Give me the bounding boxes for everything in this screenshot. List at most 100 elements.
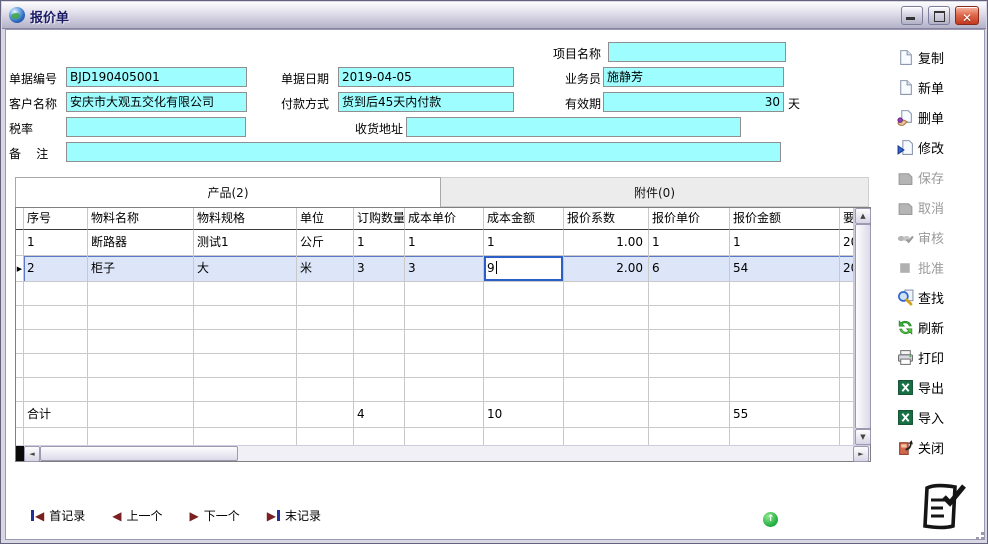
print-button[interactable]: 打印: [897, 346, 983, 368]
find-button[interactable]: 查找: [897, 286, 983, 308]
header-cell[interactable]: 序号: [24, 208, 88, 230]
table-cell[interactable]: [24, 354, 88, 378]
header-cell[interactable]: 报价金额: [730, 208, 840, 230]
maximize-button[interactable]: [928, 6, 950, 25]
table-cell[interactable]: [405, 282, 484, 306]
delete-doc-button[interactable]: 删单: [897, 106, 983, 128]
table-cell[interactable]: 大: [194, 256, 297, 282]
header-cell[interactable]: 报价系数: [564, 208, 649, 230]
table-cell[interactable]: [194, 354, 297, 378]
tab-products[interactable]: 产品(2): [15, 177, 441, 207]
table-cell[interactable]: [88, 306, 194, 330]
table-cell[interactable]: 20: [840, 230, 854, 256]
table-cell[interactable]: [297, 354, 354, 378]
table-cell[interactable]: 1: [730, 230, 840, 256]
vertical-scrollbar[interactable]: ▲ ▼: [854, 208, 870, 445]
header-cell[interactable]: 单位: [297, 208, 354, 230]
table-cell[interactable]: [88, 378, 194, 402]
table-cell[interactable]: [840, 378, 854, 402]
table-cell[interactable]: 公斤: [297, 230, 354, 256]
close-window-button[interactable]: ✕: [955, 6, 979, 25]
table-cell[interactable]: [405, 378, 484, 402]
table-cell[interactable]: [730, 282, 840, 306]
table-cell[interactable]: [354, 378, 405, 402]
horizontal-scrollbar[interactable]: ◄ ►: [16, 445, 870, 461]
minimize-button[interactable]: [901, 6, 923, 25]
table-cell[interactable]: [354, 282, 405, 306]
table-cell[interactable]: [730, 306, 840, 330]
table-cell[interactable]: [88, 330, 194, 354]
table-cell[interactable]: [649, 378, 730, 402]
table-cell[interactable]: [484, 282, 564, 306]
header-cell[interactable]: 物料规格: [194, 208, 297, 230]
header-cell[interactable]: 要: [840, 208, 854, 230]
table-cell[interactable]: [484, 354, 564, 378]
scroll-up-button[interactable]: ▲: [855, 208, 871, 224]
copy-button[interactable]: 复制: [897, 46, 983, 68]
table-cell[interactable]: [24, 378, 88, 402]
table-cell[interactable]: [297, 378, 354, 402]
table-cell[interactable]: 1: [649, 230, 730, 256]
table-cell[interactable]: [88, 354, 194, 378]
table-cell[interactable]: [297, 282, 354, 306]
remark-field[interactable]: [66, 142, 781, 162]
table-cell[interactable]: 1: [484, 230, 564, 256]
table-cell[interactable]: [297, 330, 354, 354]
customer-name-field[interactable]: 安庆市大观五交化有限公司: [66, 92, 247, 112]
table-cell[interactable]: [649, 306, 730, 330]
table-cell[interactable]: [564, 282, 649, 306]
approve-button[interactable]: 批准: [897, 256, 983, 278]
scroll-right-button[interactable]: ►: [853, 446, 869, 462]
table-cell[interactable]: [354, 306, 405, 330]
cost-amount-edit-input[interactable]: 9: [484, 256, 564, 282]
header-cell[interactable]: 成本金额: [484, 208, 564, 230]
table-cell[interactable]: [405, 354, 484, 378]
horizontal-scroll-thumb[interactable]: [40, 446, 238, 461]
close-form-button[interactable]: 关闭: [897, 436, 983, 458]
table-cell[interactable]: [564, 306, 649, 330]
table-cell[interactable]: [354, 330, 405, 354]
empty-table-row[interactable]: [16, 306, 854, 330]
empty-table-row[interactable]: [16, 330, 854, 354]
table-cell[interactable]: [405, 306, 484, 330]
last-record-button[interactable]: ▶ 末记录: [267, 507, 321, 524]
table-cell[interactable]: [730, 330, 840, 354]
table-cell[interactable]: [484, 306, 564, 330]
table-cell[interactable]: [297, 306, 354, 330]
table-cell[interactable]: [840, 330, 854, 354]
table-cell[interactable]: 1: [24, 230, 88, 256]
cancel-button[interactable]: 取消: [897, 196, 983, 218]
table-cell[interactable]: [194, 306, 297, 330]
table-cell[interactable]: [405, 330, 484, 354]
next-record-button[interactable]: ▶ 下一个: [190, 507, 240, 524]
doc-no-field[interactable]: BJD190405001: [66, 67, 247, 87]
scroll-left-button[interactable]: ◄: [24, 446, 40, 462]
vertical-scroll-thumb[interactable]: [855, 224, 871, 429]
table-cell[interactable]: [354, 354, 405, 378]
project-name-field[interactable]: [608, 42, 786, 62]
previous-record-button[interactable]: ◀ 上一个: [112, 507, 162, 524]
table-cell[interactable]: [88, 282, 194, 306]
scroll-down-button[interactable]: ▼: [855, 429, 871, 445]
empty-table-row[interactable]: [16, 378, 854, 402]
table-cell[interactable]: [194, 282, 297, 306]
table-cell[interactable]: 2.00: [564, 256, 649, 282]
table-cell[interactable]: 54: [730, 256, 840, 282]
table-cell[interactable]: [564, 378, 649, 402]
table-cell[interactable]: 柜子: [88, 256, 194, 282]
table-cell[interactable]: 米: [297, 256, 354, 282]
tab-attachments[interactable]: 附件(0): [441, 177, 869, 207]
table-cell[interactable]: 6: [649, 256, 730, 282]
import-excel-button[interactable]: 导入: [897, 406, 983, 428]
table-cell[interactable]: [24, 282, 88, 306]
table-cell[interactable]: [840, 354, 854, 378]
header-cell[interactable]: 报价单价: [649, 208, 730, 230]
table-cell[interactable]: [194, 330, 297, 354]
audit-button[interactable]: 审核: [897, 226, 983, 248]
table-cell[interactable]: 测试1: [194, 230, 297, 256]
table-cell[interactable]: [730, 354, 840, 378]
table-cell[interactable]: 20: [840, 256, 854, 282]
table-cell[interactable]: [649, 354, 730, 378]
table-cell[interactable]: [484, 330, 564, 354]
resize-grip[interactable]: [972, 528, 984, 540]
